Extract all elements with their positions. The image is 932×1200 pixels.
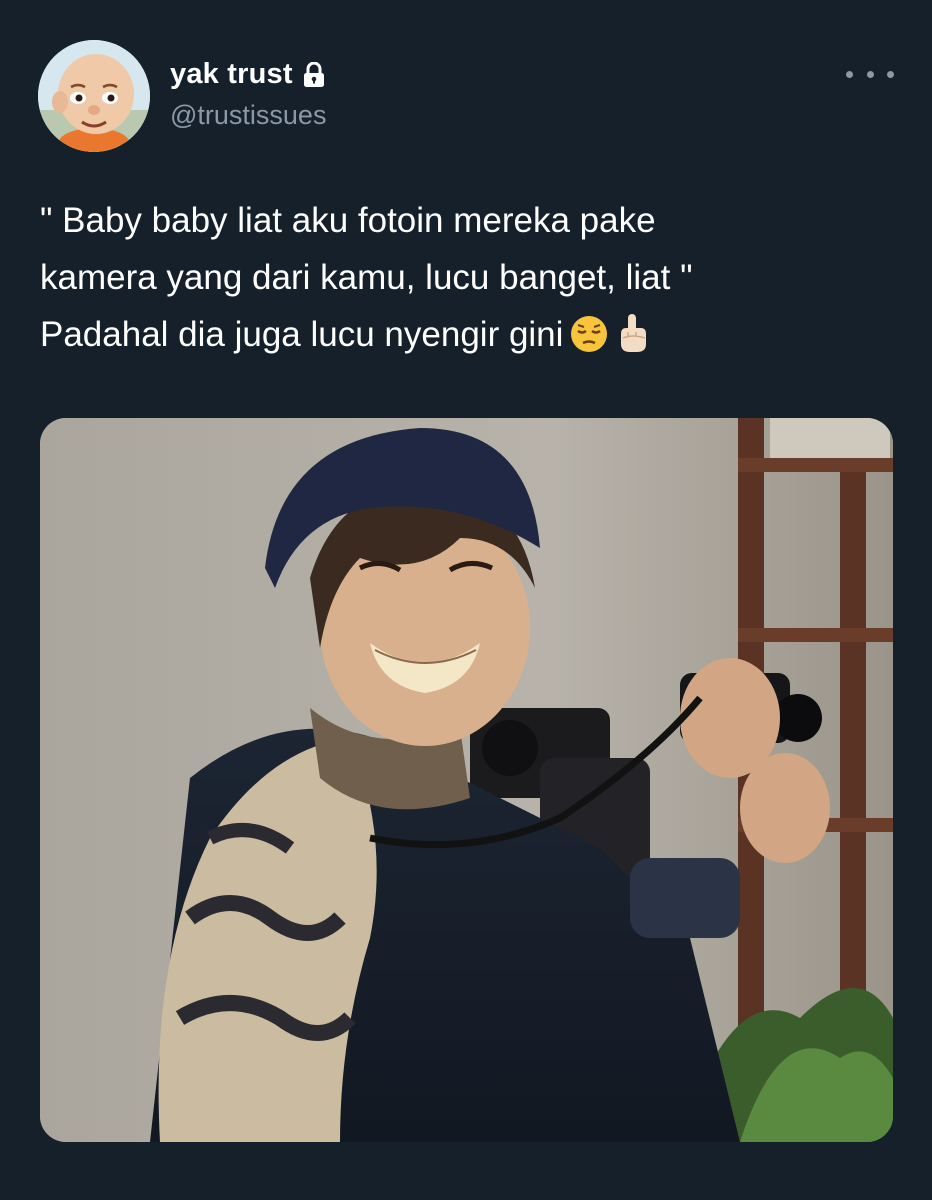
lock-icon xyxy=(303,61,325,88)
tweet-text-line: Padahal dia juga lucu nyengir gini xyxy=(40,315,564,354)
user-handle[interactable]: @trustissues xyxy=(170,100,326,131)
user-avatar[interactable] xyxy=(38,40,150,152)
tweet-text: " Baby baby liat aku fotoin mereka pake … xyxy=(40,192,900,371)
user-name-row: yak trust xyxy=(170,58,325,91)
index-pointing-up-emoji-icon xyxy=(615,312,651,371)
pensive-face-emoji-icon xyxy=(569,314,609,371)
more-dot-icon xyxy=(887,70,894,78)
more-dot-icon xyxy=(846,70,853,78)
cartoon-avatar-icon xyxy=(38,40,150,152)
tweet-text-line: kamera yang dari kamu, lucu banget, liat… xyxy=(40,258,693,297)
display-name[interactable]: yak trust xyxy=(170,58,293,91)
more-options-button[interactable] xyxy=(846,62,894,86)
tweet-card: yak trust @trustissues " Baby baby liat … xyxy=(0,0,932,1200)
tweet-text-line-last: Padahal dia juga lucu nyengir gini xyxy=(40,306,900,371)
photo-person-with-camera-icon xyxy=(40,418,893,1142)
tweet-text-line: " Baby baby liat aku fotoin mereka pake xyxy=(40,201,656,240)
tweet-photo[interactable] xyxy=(40,418,893,1142)
more-dot-icon xyxy=(866,70,874,78)
